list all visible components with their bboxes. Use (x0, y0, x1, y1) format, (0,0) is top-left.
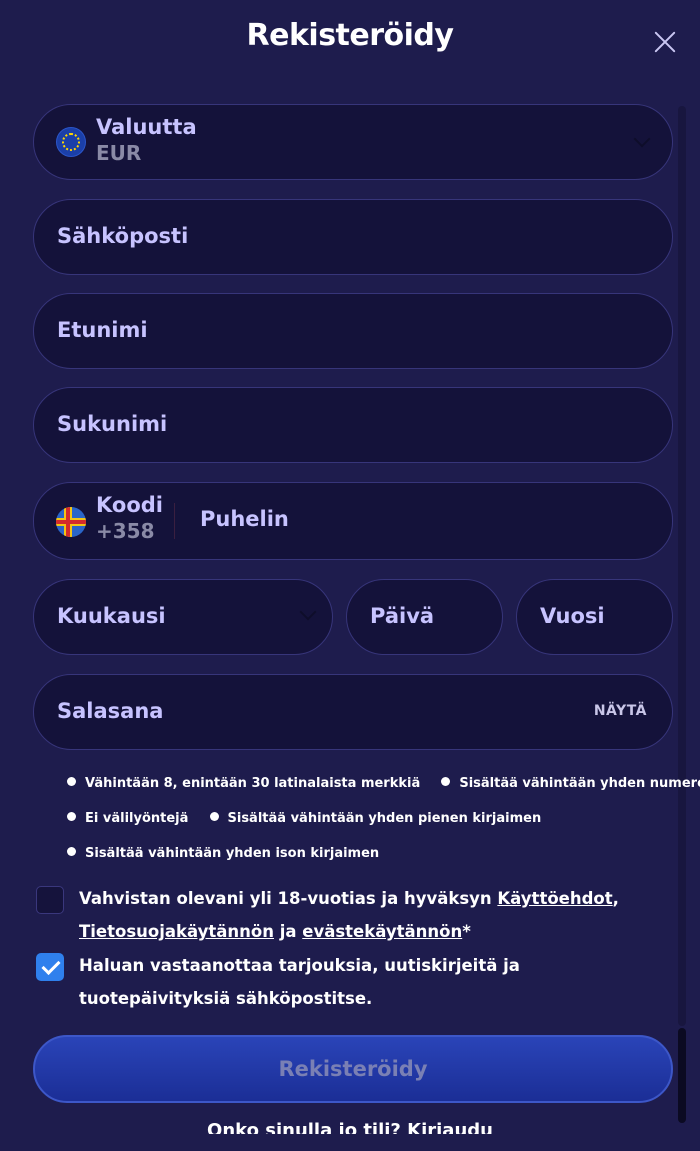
chevron-down-icon (299, 603, 317, 621)
phone-code-value[interactable]: +358 (96, 519, 155, 543)
marketing-consent-text: Haluan vastaanottaa tarjouksia, uutiskir… (79, 956, 520, 1008)
password-rule: Sisältää vähintään yhden pienen kirjaime… (209, 811, 541, 826)
login-prompt[interactable]: Onko sinulla jo tili? Kirjaudu (0, 1120, 700, 1134)
password-placeholder: Salasana (57, 699, 164, 723)
currency-select[interactable]: Valuutta EUR (33, 104, 673, 180)
marketing-checkbox[interactable] (36, 953, 64, 981)
first-name-field[interactable]: Etunimi (33, 293, 673, 369)
password-rule: Vähintään 8, enintään 30 latinalaista me… (67, 776, 420, 791)
phone-placeholder: Puhelin (200, 507, 289, 531)
cookie-link[interactable]: evästekäytännön (302, 922, 462, 941)
year-placeholder: Vuosi (540, 604, 605, 628)
aland-flag-icon (56, 507, 86, 537)
phone-code-label[interactable]: Koodi (96, 493, 163, 517)
terms-link[interactable]: Käyttöehdot (497, 889, 612, 908)
email-field[interactable]: Sähköposti (33, 199, 673, 275)
chevron-down-icon (633, 130, 651, 148)
terms-consent-text: Vahvistan olevani yli 18-vuotias ja hyvä… (79, 889, 619, 941)
birth-month-select[interactable]: Kuukausi (33, 579, 333, 655)
privacy-link[interactable]: Tietosuojakäytännön (79, 922, 274, 941)
scrollbar-track[interactable] (678, 106, 686, 1026)
day-placeholder: Päivä (370, 604, 435, 628)
terms-checkbox[interactable] (36, 886, 64, 914)
password-rule: Sisältää vähintään yhden numeron (441, 776, 700, 791)
password-rule: Sisältää vähintään yhden ison kirjaimen (67, 846, 379, 861)
registration-modal: Rekisteröidy Valuutta EUR Sähköposti Etu… (0, 0, 700, 1151)
first-name-placeholder: Etunimi (57, 318, 148, 342)
register-button[interactable]: Rekisteröidy (33, 1035, 673, 1103)
close-icon[interactable] (650, 26, 680, 56)
month-placeholder: Kuukausi (57, 604, 166, 628)
phone-field[interactable]: Koodi +358 Puhelin (33, 482, 673, 560)
last-name-field[interactable]: Sukunimi (33, 387, 673, 463)
password-rule: Ei välilyöntejä (67, 811, 188, 826)
phone-divider (174, 503, 175, 539)
email-placeholder: Sähköposti (57, 224, 189, 248)
currency-value: EUR (96, 141, 142, 165)
last-name-placeholder: Sukunimi (57, 412, 168, 436)
eu-flag-icon (56, 127, 86, 157)
show-password-toggle[interactable]: NÄYTÄ (594, 703, 647, 719)
currency-label: Valuutta (96, 115, 197, 139)
register-button-label: Rekisteröidy (278, 1057, 428, 1081)
scrollbar-thumb[interactable] (678, 1028, 686, 1123)
birth-day-field[interactable]: Päivä (346, 579, 503, 655)
password-field[interactable]: Salasana NÄYTÄ (33, 674, 673, 750)
birth-year-field[interactable]: Vuosi (516, 579, 673, 655)
modal-title: Rekisteröidy (246, 18, 454, 53)
